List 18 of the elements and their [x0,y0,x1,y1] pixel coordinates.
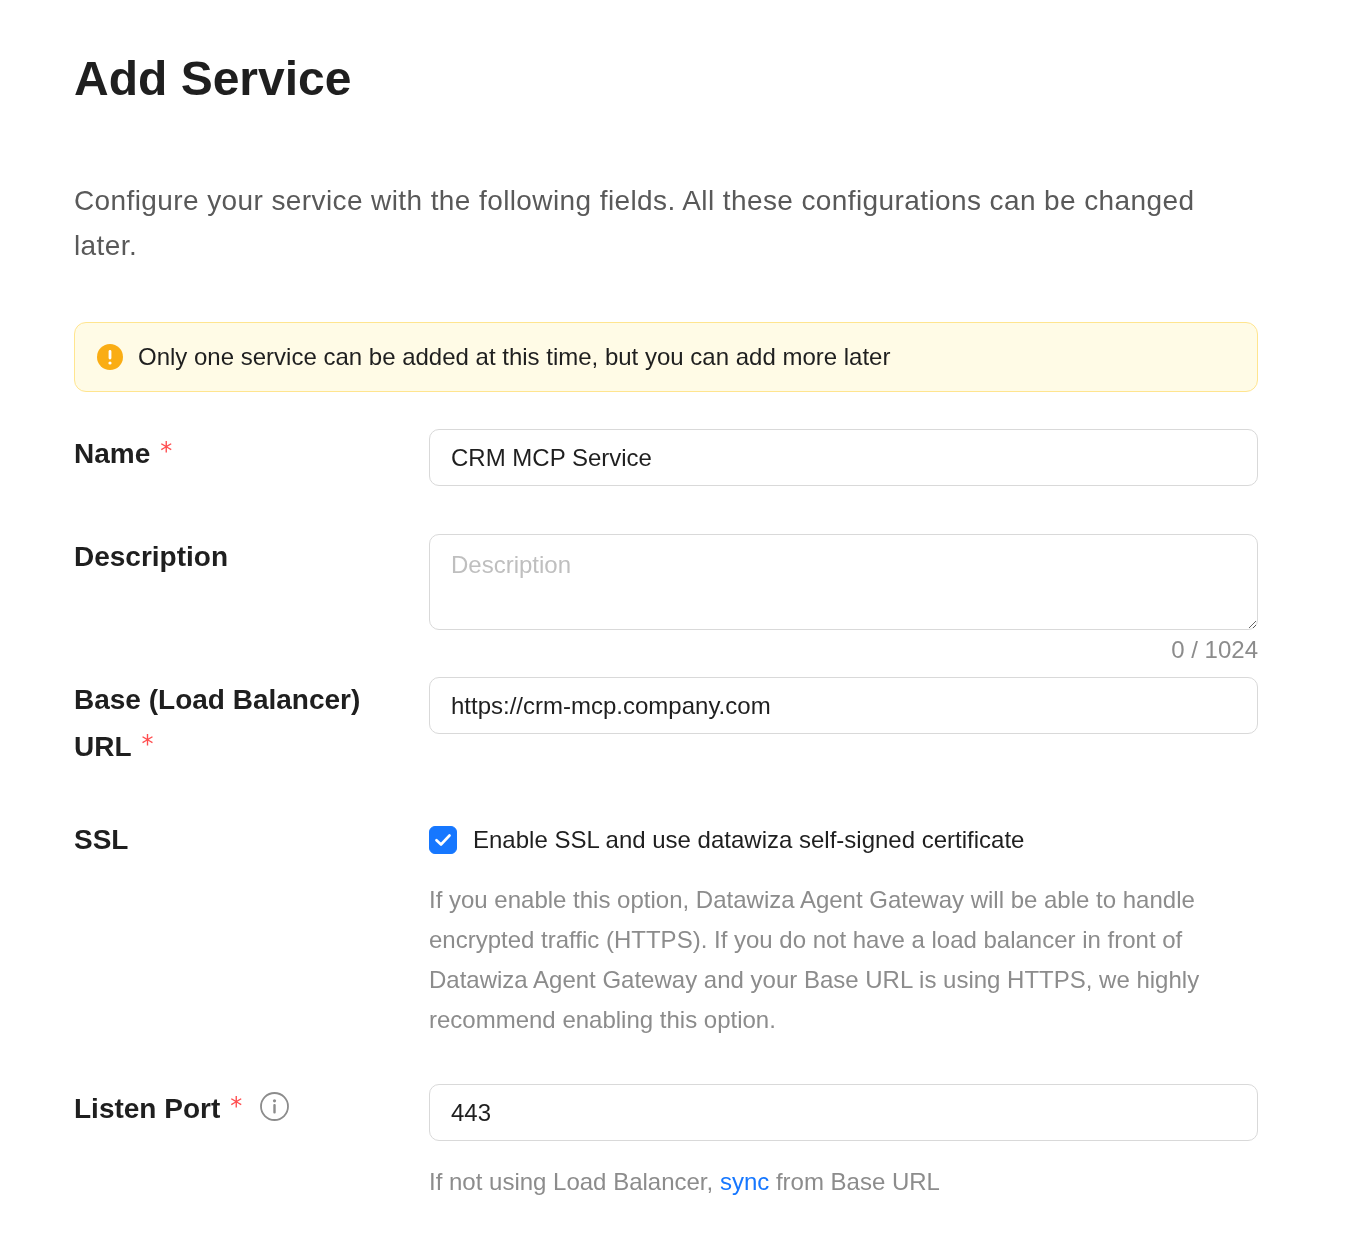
character-counter: 0 / 1024 [1171,635,1258,665]
checkbox-label[interactable]: Enable SSL and use datawiza self-signed certificate [473,822,1025,857]
help-text: If not using Load Balancer, sync from Base URL [429,1167,941,1197]
intro-text: Configure your service with the following fields. All these configurations can be changed later. [74,184,1196,263]
field-label: Description [74,540,229,574]
info-icon[interactable] [260,1092,290,1121]
text-input[interactable]: https://crm-mcp.company.com [429,677,1258,734]
field-label: SSL [74,823,129,857]
help-text: If you enable this option, Datawiza Agent Gateway will be able to handle encrypted traffic (HTTPS). If you do not have a load balancer in front of Datawiza Agent Gateway and your Base URL is using HTTPS, we highly recommend enabling this option. [429,885,1201,1035]
checkbox[interactable] [429,825,457,854]
text-input[interactable]: 443 [429,1084,1258,1141]
warning-icon [97,344,123,370]
sync-link[interactable]: sync [719,1168,770,1195]
checkmark-icon [435,833,451,846]
page-title: Add Service [74,51,353,107]
text-input[interactable]: CRM MCP Service [429,429,1258,486]
description-field[interactable]: Description [429,534,1258,630]
alert-message: Only one service can be added at this time, but you can add more later [138,342,891,372]
